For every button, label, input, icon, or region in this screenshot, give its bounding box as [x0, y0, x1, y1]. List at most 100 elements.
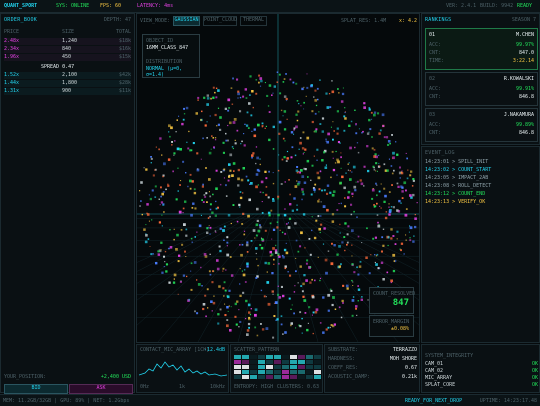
splat-particle — [155, 262, 158, 265]
splat-particle — [356, 314, 358, 316]
splat-particle — [332, 121, 334, 123]
freq-label-high: 10kHz — [209, 384, 225, 390]
splat-particle — [332, 190, 336, 193]
splat-particle — [214, 113, 217, 117]
splat-particle — [329, 191, 332, 194]
splat-particle — [335, 150, 337, 153]
build-label: BUILD: 9942 — [480, 3, 514, 9]
splat-particle — [340, 202, 342, 205]
splat-particle — [401, 190, 404, 193]
splat-particle — [293, 312, 295, 315]
ask-button[interactable]: ASK — [69, 384, 133, 394]
splat-particle — [228, 289, 231, 292]
splat-particle — [325, 92, 328, 95]
splat-particle — [409, 239, 412, 242]
splat-particle — [190, 288, 193, 291]
splat-particle — [373, 111, 377, 114]
grid-line — [137, 213, 255, 284]
splat-particle — [208, 191, 210, 193]
splat-particle — [202, 303, 206, 306]
splat-particle — [169, 229, 171, 231]
splat-particle — [252, 229, 256, 232]
splat-particle — [344, 222, 347, 225]
splat-particle — [237, 177, 240, 181]
splat-particle — [391, 184, 393, 186]
ranking-entry[interactable]: 02 R.KOWALSKI ACC: 99.91% CNT: 846.8 — [425, 72, 538, 106]
splat-particle — [237, 168, 240, 172]
splat-particle — [326, 184, 330, 187]
splat-particle — [319, 170, 322, 173]
order-row[interactable]: 1.96x 450 $15k — [4, 54, 131, 61]
splat-particle — [306, 136, 310, 140]
splat-particle — [307, 322, 309, 324]
splat-particle — [327, 326, 330, 329]
splat-particle — [196, 168, 200, 172]
splat-particle — [342, 87, 344, 89]
splat-particle — [228, 163, 231, 166]
mode-point-cloud[interactable]: POINT_CLOUD — [203, 16, 237, 26]
heatmap-cell — [274, 365, 281, 369]
order-row[interactable]: 2.34x 840 $16k — [4, 46, 131, 53]
splat-particle — [318, 198, 320, 200]
splat-particle — [313, 236, 317, 240]
splat-particle — [311, 120, 314, 124]
splat-particle — [396, 182, 399, 185]
splat-particle — [272, 92, 274, 94]
splat-particle — [380, 183, 382, 185]
order-row[interactable]: 2.48x 1,240 $18k — [4, 38, 131, 45]
order-price: 1.31x — [4, 88, 20, 94]
splat-particle — [340, 316, 343, 319]
splat-particle — [346, 287, 349, 290]
splat-particle — [340, 167, 342, 169]
splat-particle — [226, 241, 229, 244]
mode-gaussian[interactable]: GAUSSIAN — [173, 16, 200, 26]
splat-particle — [227, 139, 229, 142]
splat-particle — [200, 214, 202, 216]
splat-particle — [390, 237, 393, 240]
splat-particle — [414, 214, 416, 216]
splat-particle — [358, 265, 362, 268]
splat-particle — [330, 126, 332, 128]
splat-particle — [380, 261, 384, 264]
splat-particle — [226, 306, 229, 309]
splat-particle — [267, 105, 270, 107]
splat-particle — [279, 229, 281, 231]
splat-particle — [234, 315, 237, 318]
splat-particle — [143, 228, 146, 231]
splat-particle — [248, 311, 251, 314]
splat-particle — [340, 152, 342, 154]
splat-particle — [276, 81, 279, 83]
brand-label: QUANT_SPORT — [4, 3, 38, 9]
splat-particle — [350, 213, 353, 216]
splat-particle — [242, 192, 244, 194]
splat-particle — [347, 225, 350, 228]
splat-particle — [225, 269, 227, 271]
splat-viewport[interactable]: VIEW_MODE: GAUSSIAN POINT_CLOUD THERMAL … — [136, 13, 420, 343]
splat-particle — [212, 137, 215, 139]
splat-particle — [386, 271, 389, 274]
error-value: ±0.08% — [390, 326, 409, 332]
bid-button[interactable]: BID — [4, 384, 68, 394]
splat-particle — [351, 314, 354, 317]
ranking-entry[interactable]: 01 M.CHEN ACC: 99.97% CNT: 847.0 TIME: 3… — [425, 28, 538, 70]
rank-number: 03 — [429, 112, 436, 118]
splat-particle — [254, 326, 257, 329]
mode-thermal[interactable]: THERMAL — [240, 16, 267, 26]
splat-particle — [264, 229, 267, 232]
splat-particle — [270, 209, 273, 212]
splat-particle — [347, 169, 349, 171]
order-row[interactable]: 1.52x 2,100 $42k — [4, 72, 131, 79]
order-row[interactable]: 1.44x 1,800 $28k — [4, 80, 131, 87]
splat-particle — [172, 170, 174, 173]
heatmap-cell — [282, 355, 289, 359]
splat-particle — [352, 281, 354, 283]
splat-particle — [235, 323, 238, 326]
splat-particle — [276, 226, 279, 229]
splat-particle — [311, 295, 315, 299]
order-row[interactable]: 1.31x 900 $11k — [4, 88, 131, 95]
splat-particle — [282, 81, 285, 83]
splat-particle — [333, 244, 336, 247]
splat-particle — [271, 272, 274, 275]
ranking-entry[interactable]: 03 J.NAKAMURA ACC: 99.89% CNT: 846.8 — [425, 108, 538, 142]
splat-particle — [176, 119, 178, 121]
